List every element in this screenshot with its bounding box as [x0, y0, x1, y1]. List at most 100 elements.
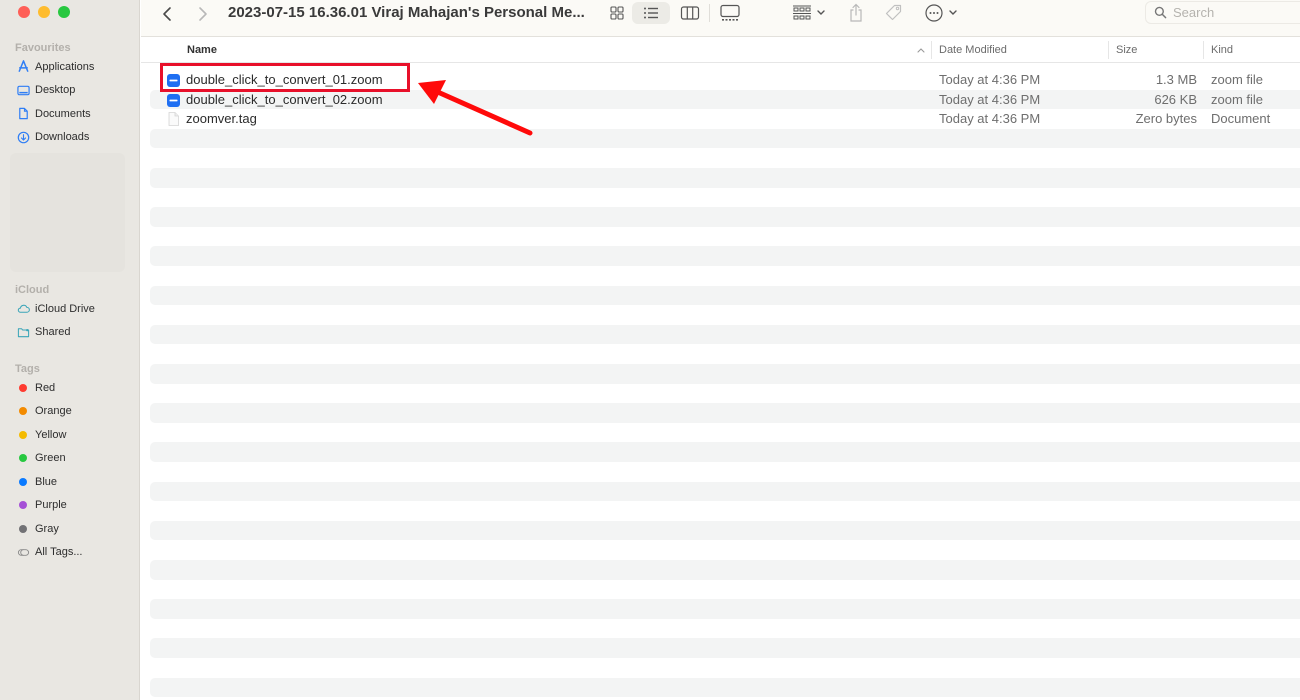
search-field[interactable]: [1145, 1, 1300, 24]
sidebar-item-label: Desktop: [35, 84, 76, 97]
columns-icon: [680, 6, 700, 20]
sidebar-item-documents[interactable]: Documents: [0, 102, 140, 126]
chevron-right-icon: [199, 7, 207, 21]
list-view-button[interactable]: [632, 2, 670, 24]
shared-folder-icon: [16, 325, 30, 339]
forward-button[interactable]: [192, 4, 212, 24]
column-view-button[interactable]: [677, 2, 703, 24]
blue-tag-icon: [19, 477, 27, 486]
column-date-modified[interactable]: Date Modified: [939, 37, 1007, 63]
file-row[interactable]: zoomver.tag Today at 4:36 PM Zero bytes …: [141, 109, 1300, 129]
file-name: zoomver.tag: [186, 111, 257, 127]
share-icon: [850, 3, 862, 22]
share-button[interactable]: [844, 2, 868, 24]
sidebar-item-desktop[interactable]: Desktop: [0, 79, 140, 103]
generic-file-icon: [167, 112, 180, 127]
row-stripe: [150, 128, 1300, 149]
all-tags-icon: [16, 545, 30, 559]
sidebar-favourites: Favourites Applications Desktop Document…: [0, 41, 140, 149]
sidebar-item-label: iCloud Drive: [35, 302, 95, 315]
window-title: 2023-07-15 16.36.01 Viraj Mahajan's Pers…: [228, 4, 585, 21]
sidebar-item-applications[interactable]: Applications: [0, 55, 140, 79]
column-size[interactable]: Size: [1116, 37, 1137, 63]
column-separator[interactable]: [1108, 41, 1109, 59]
maximize-window-button[interactable]: [58, 6, 70, 18]
sidebar-tag-green[interactable]: Green: [0, 447, 140, 471]
row-stripe: [150, 520, 1300, 541]
sidebar-item-label: Documents: [35, 107, 91, 120]
sidebar-item-label: Orange: [35, 405, 72, 418]
file-size: 1.3 MB: [1155, 72, 1197, 87]
sidebar-item-downloads[interactable]: Downloads: [0, 126, 140, 150]
sidebar-all-tags[interactable]: All Tags...: [0, 541, 140, 565]
sidebar-item-icloud-drive[interactable]: iCloud Drive: [0, 297, 140, 321]
row-stripe: [150, 285, 1300, 306]
file-date: Today at 4:36 PM: [939, 72, 1041, 87]
file-row[interactable]: double_click_to_convert_02.zoom Today at…: [141, 90, 1300, 110]
more-actions-icon: [925, 4, 943, 22]
toolbar: 2023-07-15 16.36.01 Viraj Mahajan's Pers…: [141, 0, 1300, 37]
icon-view-button[interactable]: [605, 2, 629, 24]
gallery-view-button[interactable]: [715, 2, 745, 24]
sidebar-tag-red[interactable]: Red: [0, 376, 140, 400]
sidebar-item-label: Red: [35, 381, 56, 394]
chevron-down-icon: [949, 10, 957, 15]
orange-tag-icon: [19, 407, 27, 416]
column-kind[interactable]: Kind: [1211, 37, 1233, 63]
list-icon: [644, 7, 658, 19]
chevron-down-icon: [817, 10, 825, 15]
downloads-icon: [16, 130, 30, 144]
file-size: Zero bytes: [1135, 111, 1197, 127]
file-kind: Document: [1211, 111, 1271, 127]
sidebar-heading-icloud: iCloud: [15, 284, 50, 296]
back-button[interactable]: [158, 4, 178, 24]
file-kind: zoom file: [1211, 91, 1264, 107]
close-window-button[interactable]: [18, 6, 30, 18]
sidebar-tag-gray[interactable]: Gray: [0, 517, 140, 541]
group-by-button[interactable]: [788, 2, 830, 24]
sidebar-item-label: Blue: [35, 475, 58, 488]
yellow-tag-icon: [19, 430, 27, 439]
sidebar-tag-blue[interactable]: Blue: [0, 470, 140, 494]
sidebar-item-label: Downloads: [35, 131, 90, 144]
annotation-highlight-box: [160, 63, 410, 92]
row-stripe: [150, 442, 1300, 462]
column-separator[interactable]: [1203, 41, 1204, 59]
more-actions-button[interactable]: [921, 2, 961, 24]
grid-icon: [610, 6, 624, 20]
sidebar-empty-area: [10, 153, 125, 272]
window-controls: [18, 6, 70, 18]
gray-tag-icon: [19, 524, 27, 533]
file-list: double_click_to_convert_01.zoom Today at…: [141, 70, 1300, 700]
cloud-icon: [16, 302, 30, 316]
gallery-icon: [720, 4, 740, 21]
group-by-icon: [793, 5, 811, 20]
tag-button[interactable]: [881, 2, 907, 24]
sidebar-item-label: Gray: [35, 522, 59, 535]
row-stripe: [150, 246, 1300, 266]
column-separator[interactable]: [931, 41, 932, 59]
sidebar-heading-favourites: Favourites: [15, 42, 71, 54]
column-name[interactable]: Name: [187, 37, 217, 63]
row-stripe: [150, 560, 1300, 580]
sidebar-tag-orange[interactable]: Orange: [0, 400, 140, 424]
green-tag-icon: [19, 454, 27, 463]
zoom-file-icon: [167, 93, 180, 107]
file-date: Today at 4:36 PM: [939, 91, 1041, 107]
minimize-window-button[interactable]: [38, 6, 50, 18]
applications-icon: [16, 60, 30, 74]
sidebar-heading-tags: Tags: [15, 363, 40, 375]
chevron-left-icon: [163, 7, 171, 21]
sidebar-tag-purple[interactable]: Purple: [0, 494, 140, 518]
search-input[interactable]: [1173, 5, 1300, 20]
file-kind: zoom file: [1211, 72, 1264, 87]
row-stripe: [150, 168, 1300, 188]
sidebar-item-shared[interactable]: Shared: [0, 321, 140, 345]
sort-chevron-up-icon[interactable]: [916, 37, 926, 63]
sidebar-item-label: Purple: [35, 499, 67, 512]
red-tag-icon: [19, 383, 27, 392]
row-stripe: [150, 599, 1300, 619]
tag-icon: [885, 4, 902, 21]
row-stripe: [150, 638, 1300, 658]
sidebar-tag-yellow[interactable]: Yellow: [0, 423, 140, 447]
